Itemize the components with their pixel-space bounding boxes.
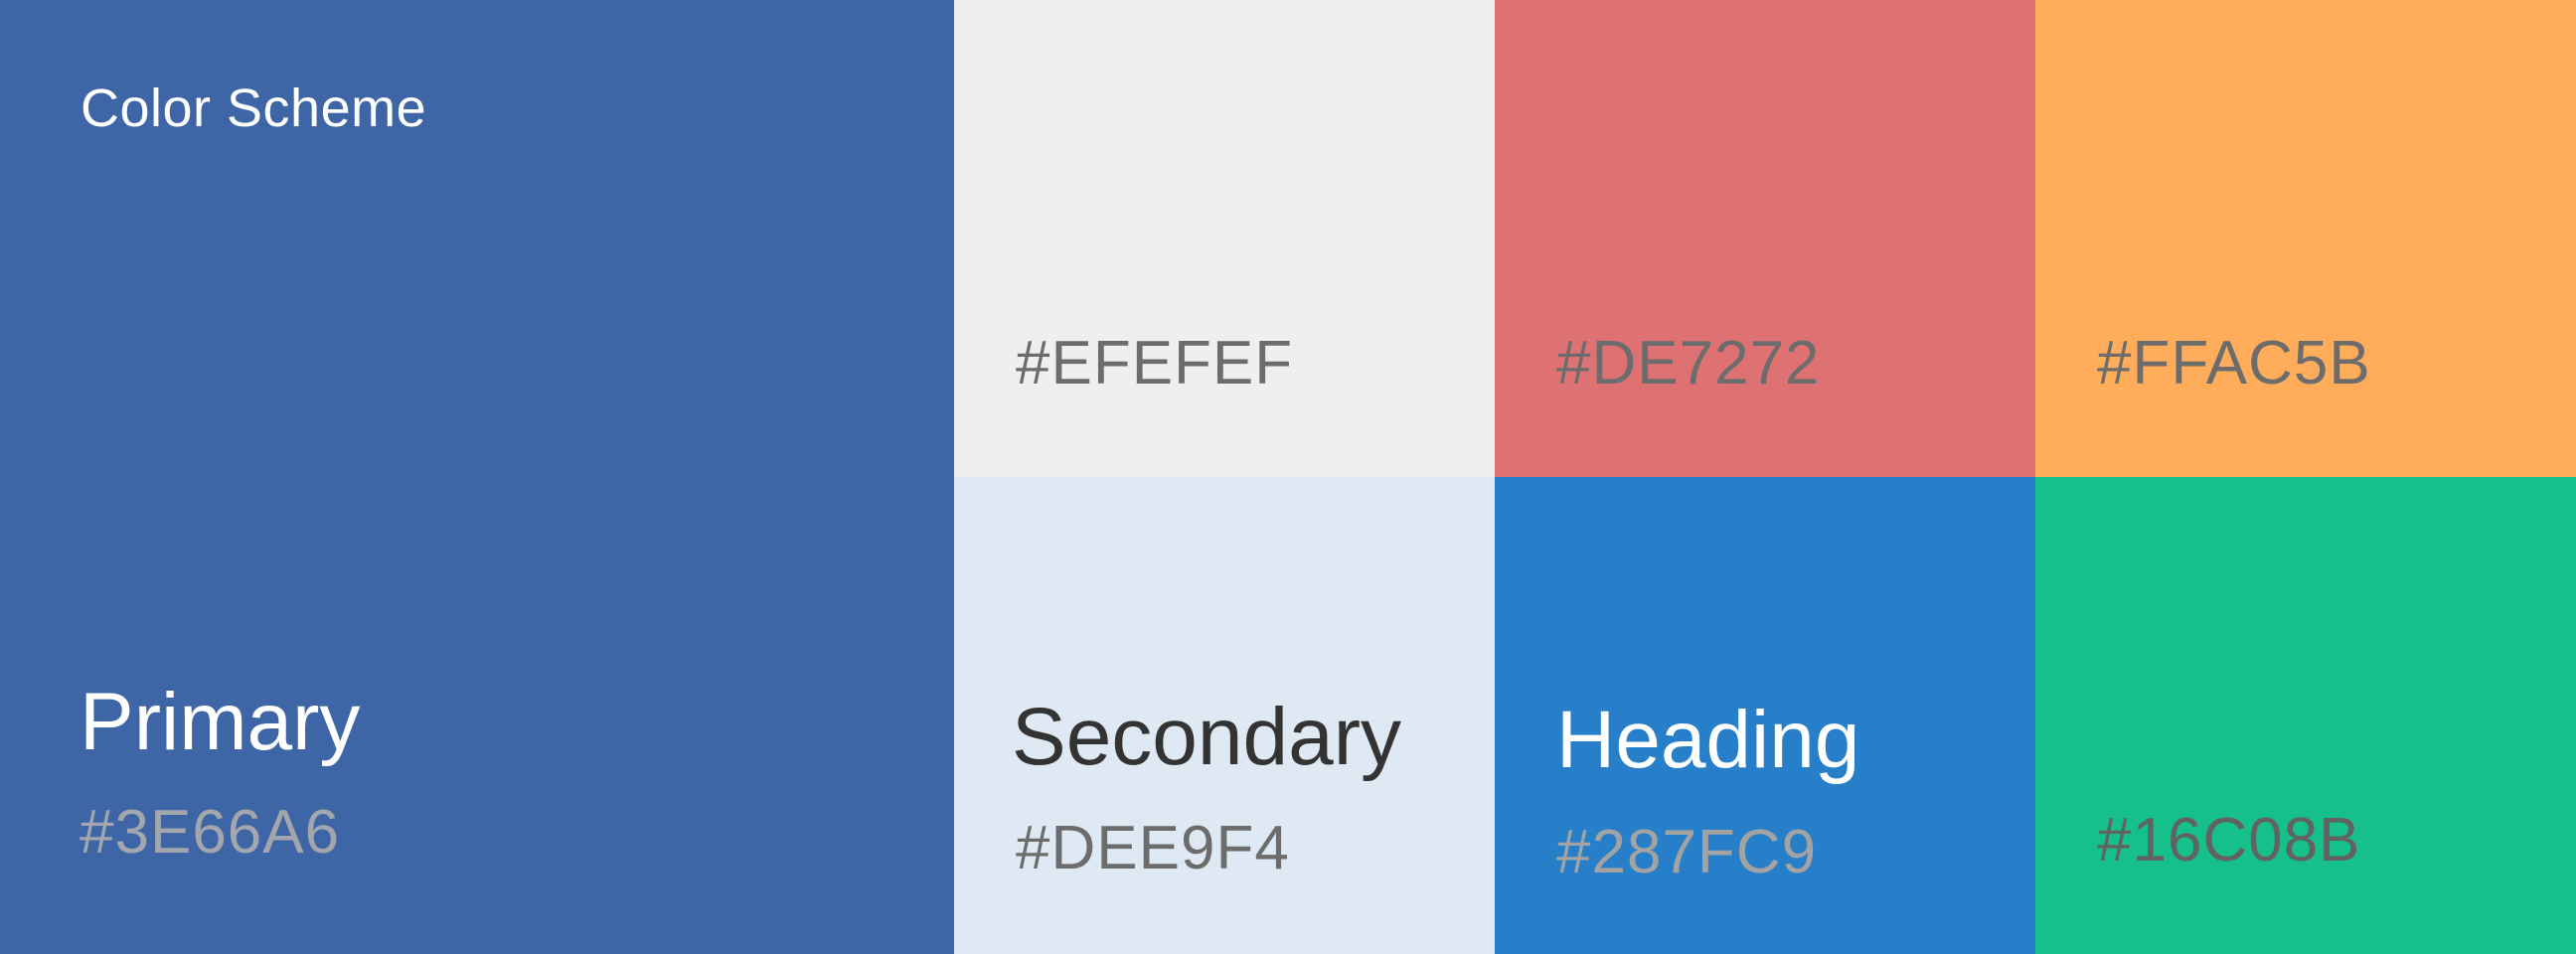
swatch-hex-light-gray: #EFEFEF (1016, 329, 1294, 398)
swatch-hex-orange: #FFAC5B (2097, 329, 2371, 398)
swatch-name-heading: Heading (1556, 695, 1860, 785)
swatch-secondary: Secondary #DEE9F4 (954, 477, 1495, 954)
swatch-hex-green: #16C08B (2097, 806, 2361, 874)
swatch-hex-primary: #3E66A6 (80, 798, 341, 867)
swatch-name-secondary: Secondary (1012, 692, 1402, 782)
swatch-orange: #FFAC5B (2035, 0, 2576, 477)
swatch-red: #DE7272 (1495, 0, 2035, 477)
color-scheme-board: Color Scheme Primary #3E66A6 #EFEFEF #DE… (0, 0, 2576, 954)
swatch-primary: Color Scheme Primary #3E66A6 (0, 0, 954, 954)
swatch-hex-secondary: #DEE9F4 (1016, 814, 1290, 882)
swatch-heading: Heading #287FC9 (1495, 477, 2035, 954)
swatch-green: #16C08B (2035, 477, 2576, 954)
page-title: Color Scheme (80, 79, 427, 138)
swatch-name-primary: Primary (80, 677, 361, 767)
swatch-hex-red: #DE7272 (1556, 329, 1821, 398)
swatch-hex-heading: #287FC9 (1556, 818, 1818, 886)
swatch-light-gray: #EFEFEF (954, 0, 1495, 477)
